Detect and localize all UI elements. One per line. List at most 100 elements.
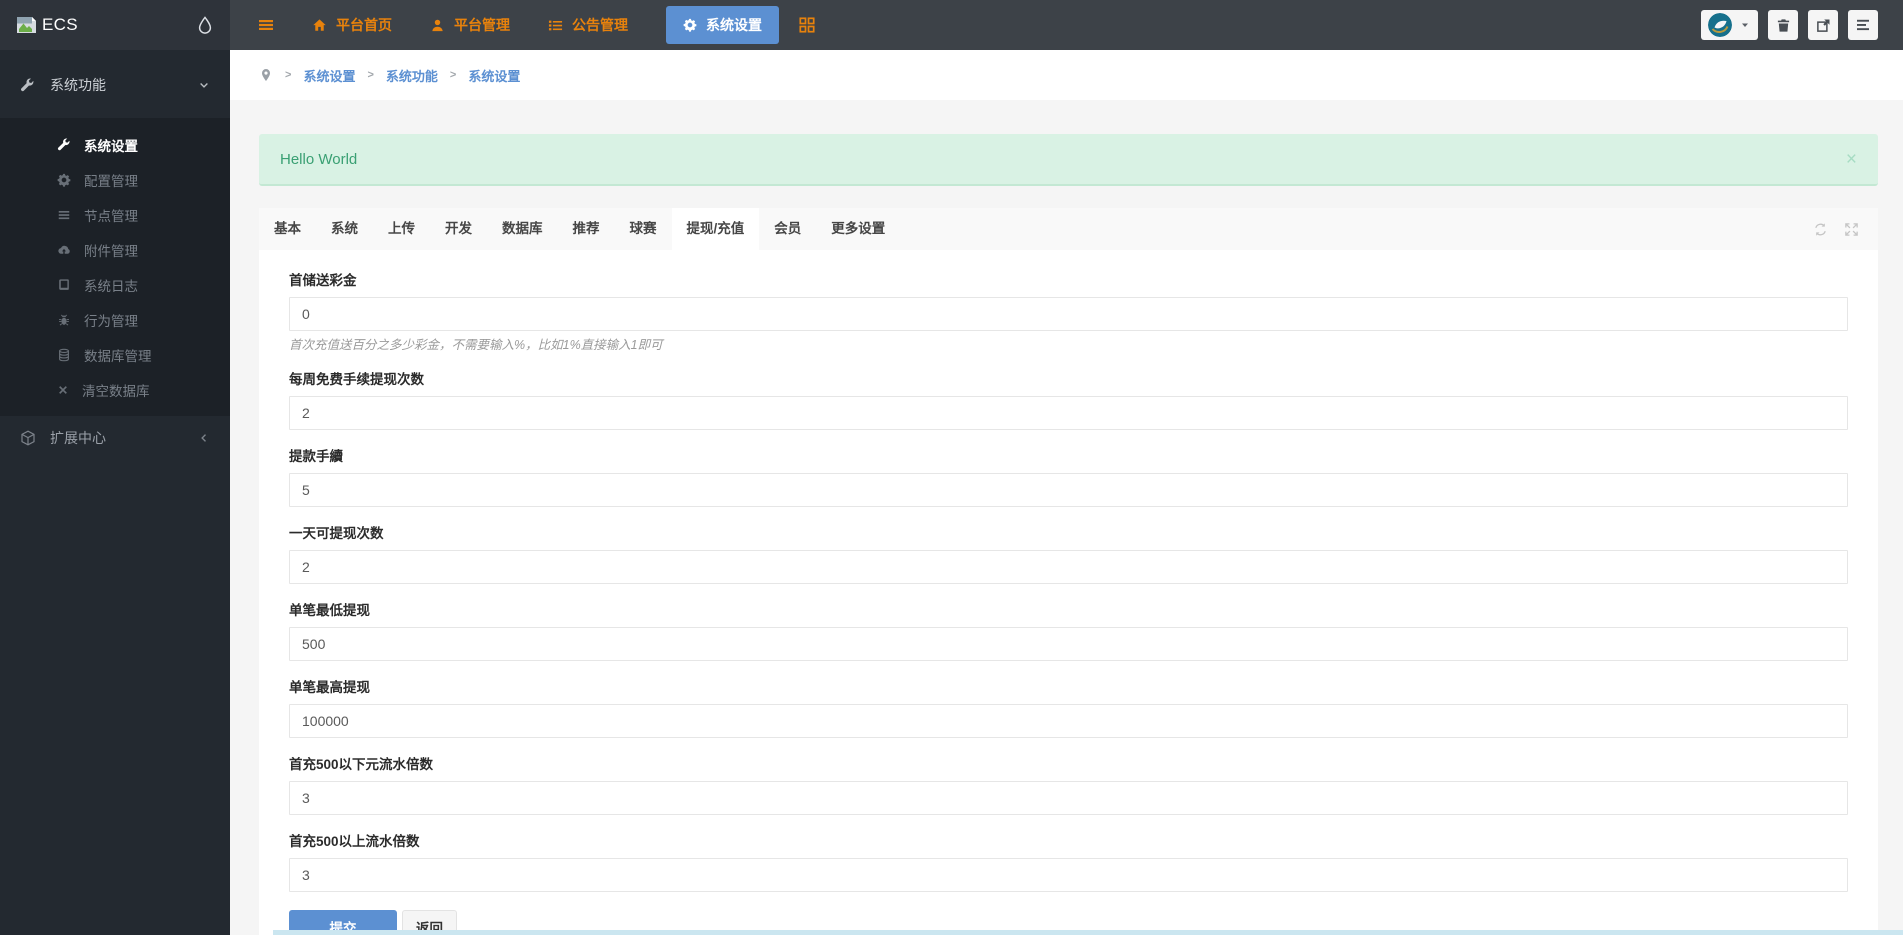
breadcrumb-link-system-settings-2[interactable]: 系统设置 <box>468 66 520 85</box>
nav-item-announcement-manage[interactable]: 公告管理 <box>548 6 628 44</box>
weekly-free-withdrawals-input[interactable] <box>289 396 1848 430</box>
tab-member[interactable]: 会员 <box>759 208 816 250</box>
turnover-above-500-input[interactable] <box>289 858 1848 892</box>
tab-more-settings[interactable]: 更多设置 <box>816 208 900 250</box>
form-group-daily-withdrawal-times: 一天可提现次数 <box>289 525 1848 584</box>
nav-item-label: 平台管理 <box>454 15 510 35</box>
sidebar-item-config-manage[interactable]: 配置管理 <box>0 162 230 197</box>
wrench-icon <box>57 138 71 152</box>
sidebar-item-label: 数据库管理 <box>84 345 152 365</box>
sidebar-item-attachment-manage[interactable]: 附件管理 <box>0 232 230 267</box>
navbar-tools <box>1701 10 1878 40</box>
field-label: 提款手續 <box>289 448 1848 465</box>
user-icon <box>430 18 445 33</box>
withdraw-deposit-form: 首储送彩金 首次充值送百分之多少彩金，不需要输入%，比如1%直接输入1即可 每周… <box>259 250 1878 935</box>
alert-close-button[interactable]: × <box>1846 150 1857 169</box>
wrench-icon <box>20 78 35 93</box>
fullscreen-block-button[interactable] <box>1844 222 1859 237</box>
sidebar-item-system-log[interactable]: 系统日志 <box>0 267 230 302</box>
database-icon <box>57 348 71 362</box>
content: Hello World × 基本 系统 上传 开发 数据库 推荐 球赛 提现/充… <box>230 100 1903 935</box>
nav-item-platform-home[interactable]: 平台首页 <box>312 6 392 44</box>
book-icon <box>57 278 71 292</box>
withdrawal-fee-input[interactable] <box>289 473 1848 507</box>
sidebar-item-label: 系统日志 <box>84 275 138 295</box>
tab-basic[interactable]: 基本 <box>259 208 316 250</box>
sidebar-item-node-manage[interactable]: 节点管理 <box>0 197 230 232</box>
nav-item-platform-manage[interactable]: 平台管理 <box>430 6 510 44</box>
settings-tabs: 基本 系统 上传 开发 数据库 推荐 球赛 提现/充值 会员 更多设置 <box>259 208 1878 250</box>
tab-develop[interactable]: 开发 <box>430 208 487 250</box>
form-group-withdrawal-fee: 提款手續 <box>289 448 1848 507</box>
breadcrumb-separator: > <box>285 69 291 81</box>
bars-icon <box>57 208 71 222</box>
bug-icon <box>57 313 71 327</box>
daily-withdrawal-times-input[interactable] <box>289 550 1848 584</box>
open-external-button[interactable] <box>1808 10 1838 40</box>
alert-text: Hello World <box>280 151 357 168</box>
breadcrumb-separator: > <box>450 69 456 81</box>
sidebar-toggle-button[interactable] <box>258 17 274 33</box>
max-withdrawal-input[interactable] <box>289 704 1848 738</box>
breadcrumb-separator: > <box>367 69 373 81</box>
success-alert: Hello World × <box>259 134 1878 186</box>
user-avatar-button[interactable] <box>1701 10 1758 40</box>
sidebar-item-behavior-manage[interactable]: 行为管理 <box>0 302 230 337</box>
broken-image-icon <box>16 16 37 34</box>
trash-button[interactable] <box>1768 10 1798 40</box>
sidebar-group-label: 系统功能 <box>50 75 106 95</box>
form-group-turnover-below-500: 首充500以下元流水倍数 <box>289 756 1848 815</box>
sidebar-item-clear-database[interactable]: 清空数据库 <box>0 372 230 407</box>
nav-item-system-settings[interactable]: 系统设置 <box>666 6 779 44</box>
gear-icon <box>57 173 71 187</box>
field-label: 单笔最低提现 <box>289 602 1848 619</box>
cloud-upload-icon <box>57 243 71 257</box>
tab-matches[interactable]: 球赛 <box>615 208 672 250</box>
external-link-icon <box>1816 18 1831 33</box>
tab-upload[interactable]: 上传 <box>373 208 430 250</box>
sidebar-item-label: 节点管理 <box>84 205 138 225</box>
top-navbar: ECS 平台首页 平台管理 公告管理 系统设置 <box>0 0 1903 50</box>
brand-logo-text: ECS <box>42 15 78 35</box>
sidebar-item-label: 清空数据库 <box>82 380 150 400</box>
sidebar-group-extension-center[interactable]: 扩展中心 <box>0 416 230 460</box>
tab-system[interactable]: 系统 <box>316 208 373 250</box>
sidebar-item-label: 行为管理 <box>84 310 138 330</box>
sidebar-item-label: 系统设置 <box>84 135 138 155</box>
nav-item-label: 系统设置 <box>706 15 762 35</box>
breadcrumb-link-system-functions[interactable]: 系统功能 <box>386 66 438 85</box>
x-icon <box>57 384 69 396</box>
sidebar-item-label: 附件管理 <box>84 240 138 260</box>
sidebar-group-system-functions[interactable]: 系统功能 <box>0 64 230 106</box>
map-pin-icon <box>259 68 273 82</box>
layout-list-button[interactable] <box>1848 10 1878 40</box>
sidebar-item-system-settings[interactable]: 系统设置 <box>0 127 230 162</box>
grid-icon <box>799 17 815 33</box>
apps-grid-button[interactable] <box>799 17 815 33</box>
refresh-icon <box>1813 222 1828 237</box>
refresh-block-button[interactable] <box>1813 222 1828 237</box>
first-deposit-bonus-input[interactable] <box>289 297 1848 331</box>
form-group-first-deposit-bonus: 首储送彩金 首次充值送百分之多少彩金，不需要输入%，比如1%直接输入1即可 <box>289 272 1848 353</box>
sidebar-item-database-manage[interactable]: 数据库管理 <box>0 337 230 372</box>
field-label: 单笔最高提现 <box>289 679 1848 696</box>
min-withdrawal-input[interactable] <box>289 627 1848 661</box>
nav-item-label: 公告管理 <box>572 15 628 35</box>
package-icon <box>20 430 36 446</box>
field-label: 首充500以上流水倍数 <box>289 833 1848 850</box>
brand: ECS <box>0 0 230 50</box>
home-icon <box>312 18 327 33</box>
trash-icon <box>1776 18 1791 33</box>
avatar <box>1708 13 1732 37</box>
nav-item-label: 平台首页 <box>336 15 392 35</box>
settings-block: 基本 系统 上传 开发 数据库 推荐 球赛 提现/充值 会员 更多设置 首储送彩… <box>259 208 1878 935</box>
droplet-icon <box>196 16 214 34</box>
field-label: 一天可提现次数 <box>289 525 1848 542</box>
tab-database[interactable]: 数据库 <box>487 208 558 250</box>
turnover-below-500-input[interactable] <box>289 781 1848 815</box>
sidebar-item-label: 配置管理 <box>84 170 138 190</box>
breadcrumb-link-system-settings[interactable]: 系统设置 <box>303 66 355 85</box>
form-group-weekly-free-withdrawals: 每周免费手续提现次数 <box>289 371 1848 430</box>
tab-withdraw-deposit[interactable]: 提现/充值 <box>672 208 760 250</box>
tab-recommend[interactable]: 推荐 <box>558 208 615 250</box>
